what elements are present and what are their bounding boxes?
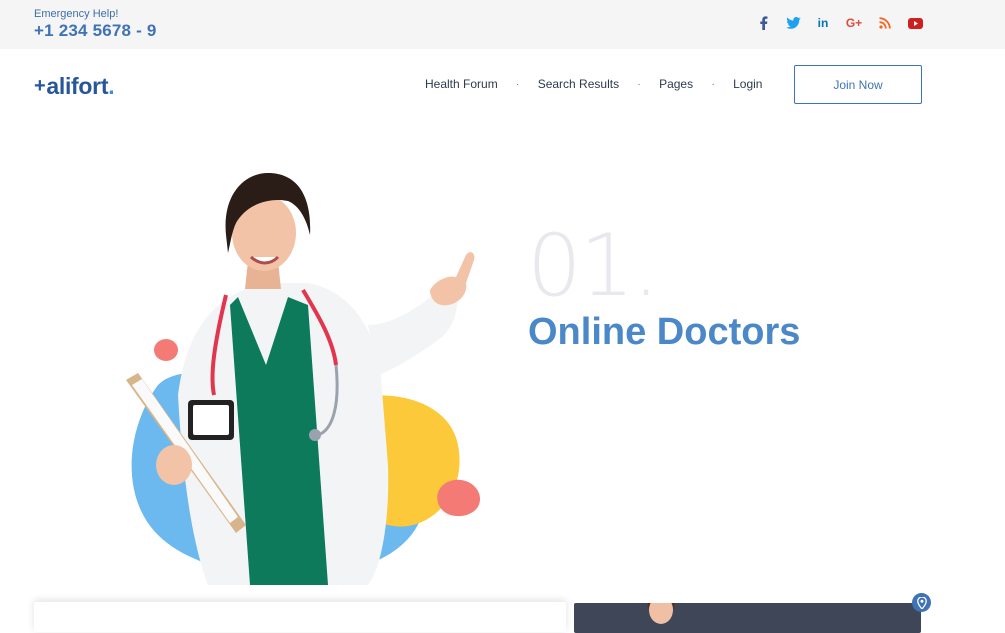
facebook-icon[interactable] <box>755 14 771 32</box>
main-nav: + alifort . Health Forum · Search Result… <box>0 49 1005 125</box>
nav-separator: · <box>516 78 520 90</box>
nav-menu: Health Forum · Search Results · Pages · … <box>425 77 762 91</box>
doctor-avatar <box>647 603 675 624</box>
linkedin-icon[interactable]: in <box>815 14 831 32</box>
nav-item-pages[interactable]: Pages <box>659 77 693 91</box>
nav-item-search-results[interactable]: Search Results <box>538 77 619 91</box>
location-pin-icon[interactable] <box>912 593 931 612</box>
rss-icon[interactable] <box>877 14 893 32</box>
doctor-illustration <box>126 173 480 585</box>
emergency-phone[interactable]: +1 234 5678 - 9 <box>34 21 157 41</box>
hero-slider: 01. Online Doctors <box>0 125 1005 622</box>
nav-separator: · <box>711 78 715 90</box>
slide-title: Online Doctors <box>528 311 801 353</box>
logo-text: alifort <box>46 73 109 99</box>
top-bar: Emergency Help! +1 234 5678 - 9 in G+ <box>0 0 1005 49</box>
nav-separator: · <box>637 78 641 90</box>
join-now-button[interactable]: Join Now <box>794 65 922 104</box>
doctor-card <box>574 603 921 633</box>
slide-number: 01. <box>527 216 660 316</box>
emergency-label: Emergency Help! <box>34 8 119 20</box>
nav-item-health-forum[interactable]: Health Forum <box>425 77 498 91</box>
social-links: in G+ <box>755 14 923 32</box>
site-logo[interactable]: + alifort . <box>34 73 115 100</box>
logo-dot: . <box>108 73 115 99</box>
twitter-icon[interactable] <box>785 14 801 32</box>
nav-item-login[interactable]: Login <box>733 77 762 91</box>
info-card <box>34 602 566 632</box>
google-plus-icon[interactable]: G+ <box>845 14 863 32</box>
youtube-icon[interactable] <box>907 14 923 32</box>
logo-plus: + <box>34 75 46 97</box>
